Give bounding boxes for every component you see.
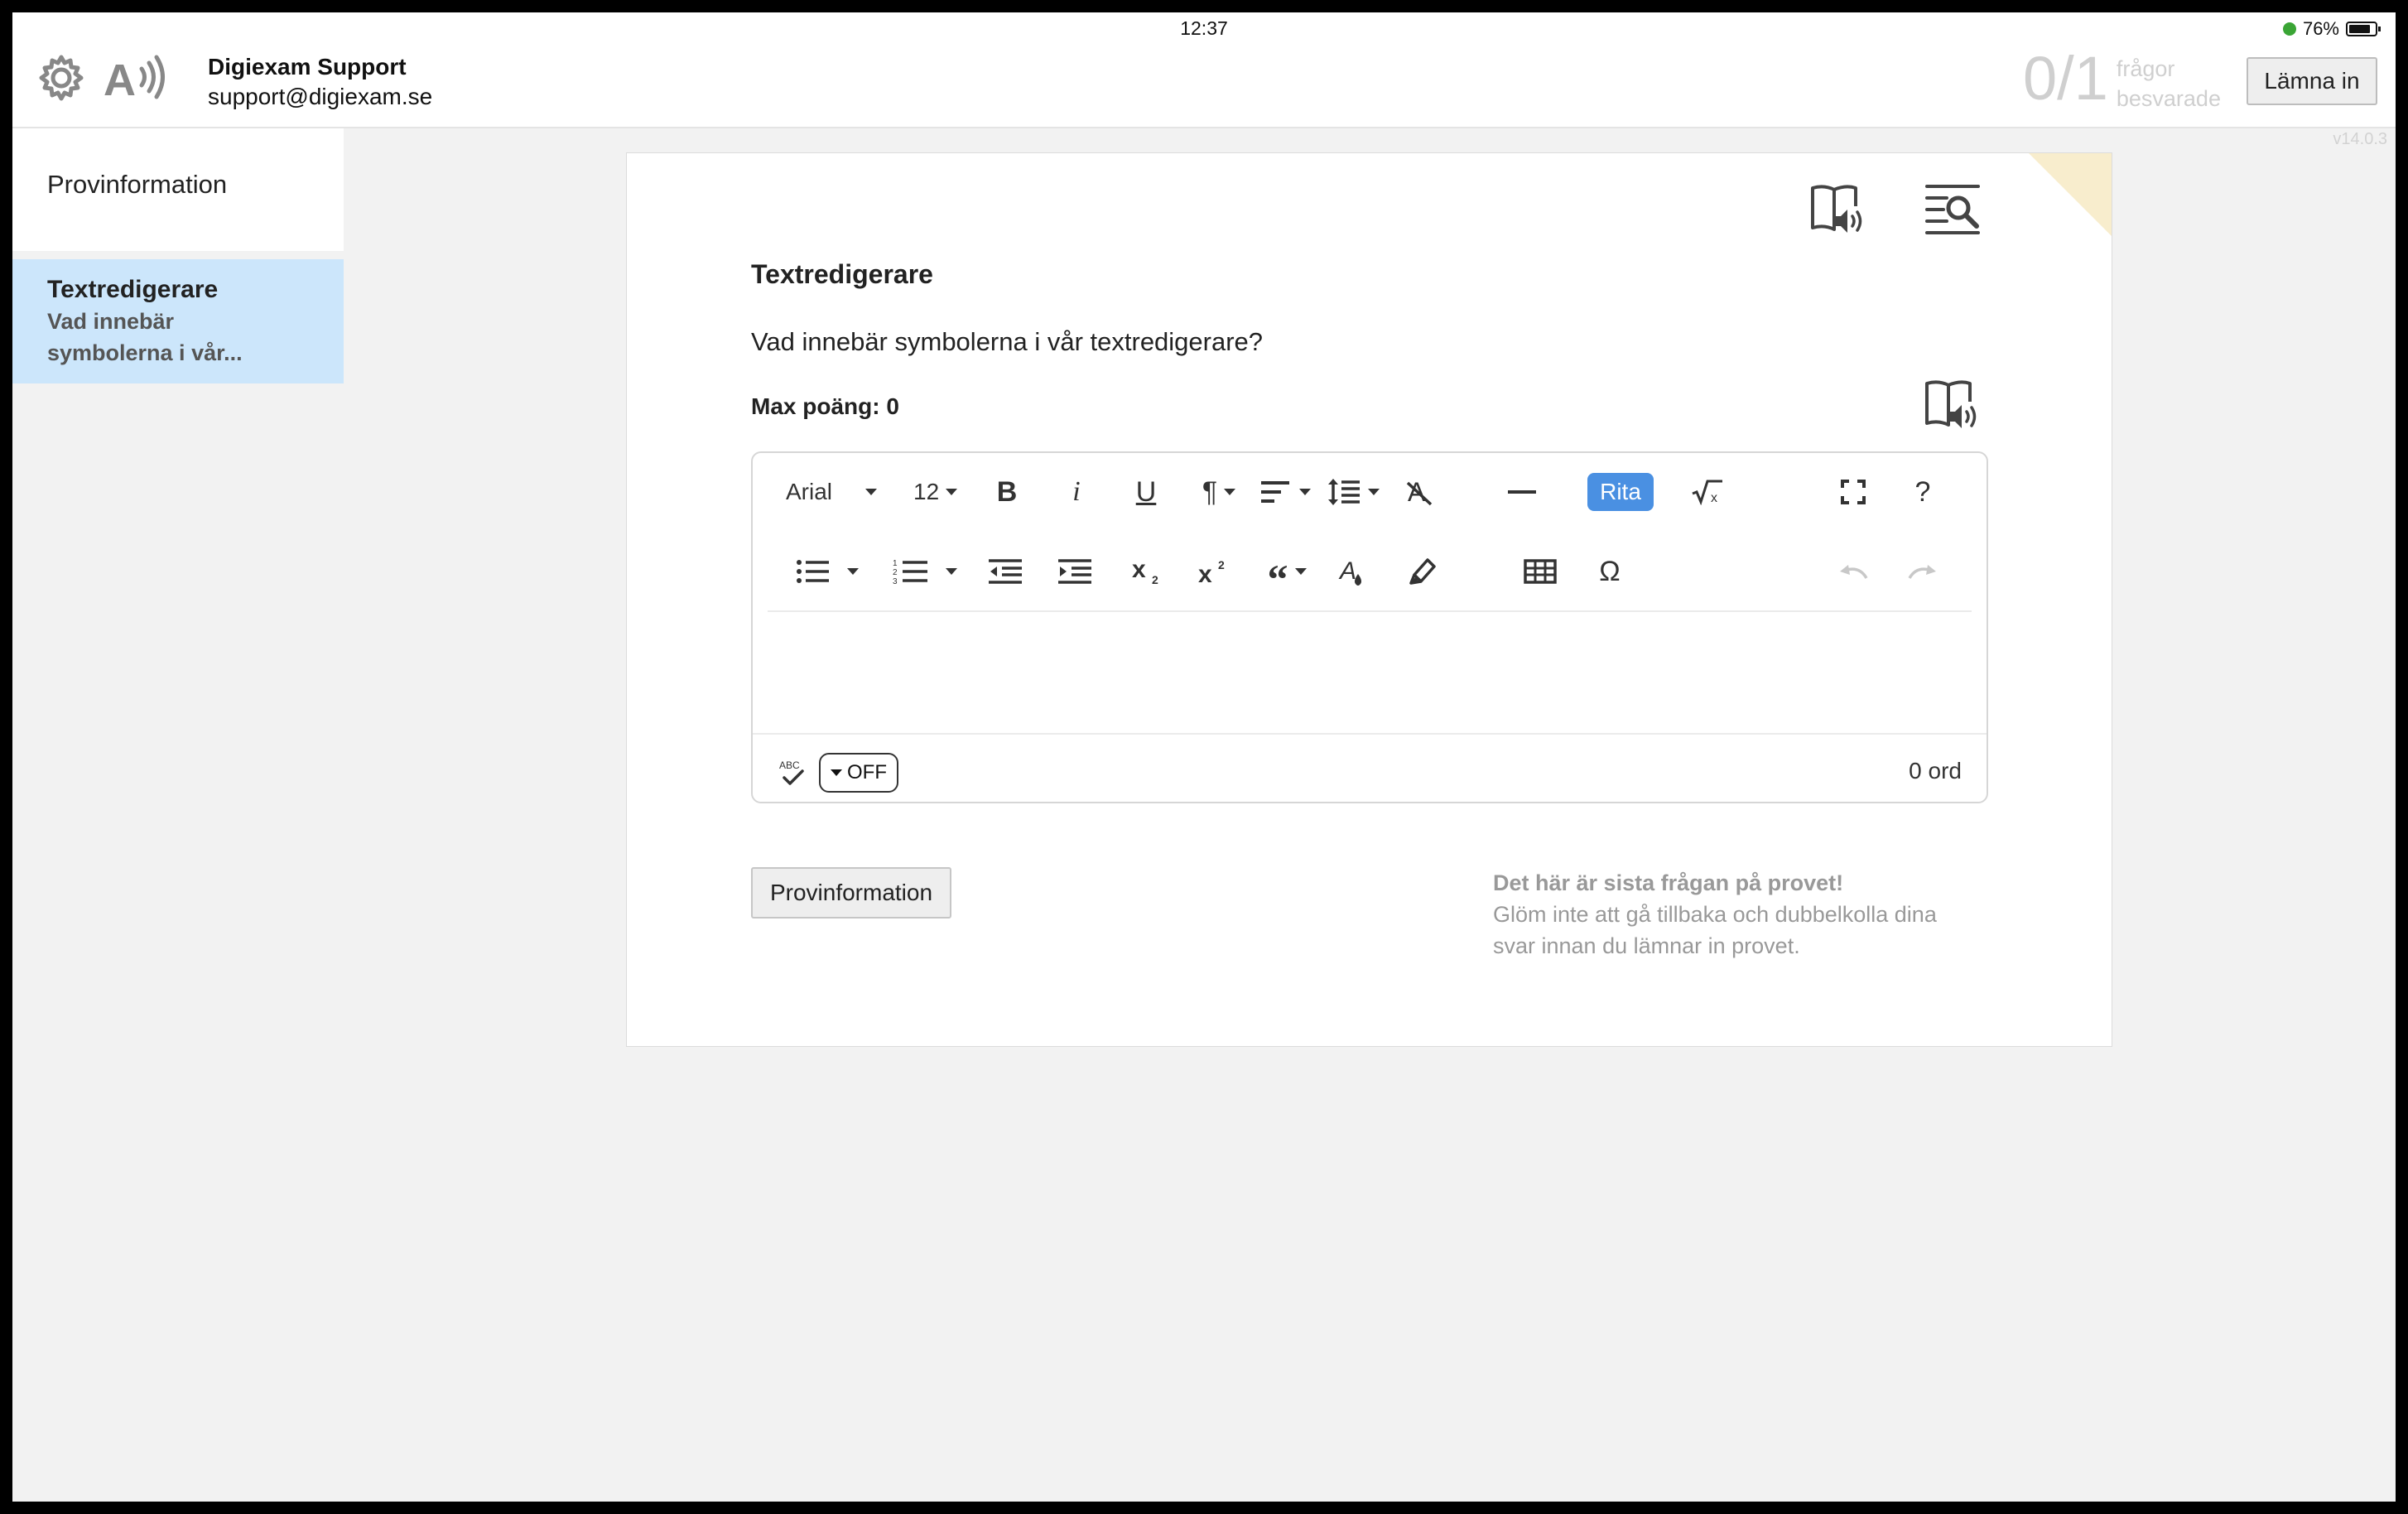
fullscreen-icon[interactable]	[1832, 473, 1874, 511]
submit-exam-button[interactable]: Lämna in	[2247, 57, 2377, 105]
status-time: 12:37	[1180, 17, 1228, 39]
page-fold-corner	[2029, 153, 2112, 236]
line-height-icon[interactable]	[1324, 473, 1382, 511]
quote-icon[interactable]: “	[1258, 552, 1316, 600]
undo-icon[interactable]	[1832, 552, 1874, 591]
toolbar-divider	[768, 610, 1972, 612]
spellcheck-state: OFF	[847, 761, 887, 784]
search-text-icon[interactable]	[1924, 181, 1982, 236]
spellcheck-caret-icon	[831, 769, 842, 776]
progress-label-line2: besvarade	[2116, 86, 2221, 111]
help-icon[interactable]: ?	[1902, 473, 1943, 511]
battery-icon	[2346, 22, 2381, 36]
status-bar: 12:37 76%	[12, 12, 2396, 44]
paragraph-format-icon[interactable]: ¶	[1192, 473, 1246, 511]
subscript-icon[interactable]: x2	[1125, 552, 1172, 591]
svg-text:x: x	[1711, 491, 1717, 505]
spellcheck-icon: ABC	[779, 759, 804, 785]
svg-text:2: 2	[1152, 573, 1158, 586]
read-aloud-book-icon[interactable]	[1809, 181, 1867, 239]
draw-button[interactable]: Rita	[1587, 473, 1654, 511]
settings-gear-icon[interactable]	[37, 54, 85, 102]
font-family-value: Arial	[786, 479, 833, 504]
app-version: v14.0.3	[2333, 130, 2387, 148]
font-family-caret-icon	[865, 489, 878, 495]
font-family-dropdown[interactable]: Arial	[786, 473, 878, 511]
sidebar-item-question[interactable]: Textredigerare Vad innebär symbolerna i …	[12, 259, 344, 383]
font-size-value: 12	[913, 479, 940, 504]
question-title: Textredigerare	[751, 259, 933, 289]
insert-table-icon[interactable]	[1519, 552, 1561, 591]
svg-text:ABC: ABC	[779, 759, 800, 771]
underline-icon[interactable]: U	[1125, 473, 1167, 511]
read-aloud-question-icon[interactable]	[1924, 377, 1982, 435]
horizontal-line-icon[interactable]	[1501, 473, 1543, 511]
special-characters-icon[interactable]: Ω	[1589, 552, 1630, 591]
last-question-text: Glöm inte att gå tillbaka och dubbelkoll…	[1493, 902, 1937, 958]
sidebar-item-subtitle: Vad innebär symbolerna i vår...	[47, 309, 243, 365]
font-size-caret-icon	[946, 489, 958, 495]
last-question-note: Det här är sista frågan på provet! Glöm …	[1493, 867, 1973, 962]
svg-text:A: A	[104, 55, 136, 104]
status-indicators: 76%	[2282, 18, 2381, 40]
word-count: 0 ord	[1909, 758, 1962, 784]
bullet-list-icon[interactable]	[786, 552, 869, 591]
progress-count: 0/1	[2023, 44, 2108, 113]
camera-indicator-icon	[2282, 22, 2296, 36]
svg-text:3: 3	[893, 577, 898, 585]
user-email: support@digiexam.se	[208, 84, 433, 109]
sidebar: Provinformation Textredigerare Vad inneb…	[12, 128, 344, 383]
superscript-icon[interactable]: x2	[1192, 552, 1238, 591]
svg-text:x: x	[1198, 561, 1212, 586]
svg-text:1: 1	[893, 559, 898, 568]
text-to-speech-icon[interactable]: A	[104, 52, 170, 104]
sidebar-item-exam-info[interactable]: Provinformation	[12, 128, 344, 251]
svg-text:2: 2	[893, 568, 898, 577]
question-text: Vad innebär symbolerna i vår textrediger…	[751, 327, 1264, 356]
decrease-indent-icon[interactable]	[985, 552, 1026, 591]
italic-icon[interactable]: i	[1056, 473, 1097, 511]
spellcheck-toggle[interactable]: OFF	[819, 753, 898, 793]
increase-indent-icon[interactable]	[1054, 552, 1096, 591]
bold-icon[interactable]: B	[986, 473, 1028, 511]
highlight-icon[interactable]	[1402, 552, 1443, 591]
question-card: Textredigerare Vad innebär symbolerna i …	[626, 152, 2112, 1047]
editor-content-area[interactable]	[768, 614, 1972, 731]
user-name: Digiexam Support	[208, 54, 407, 80]
exam-info-button[interactable]: Provinformation	[751, 867, 951, 919]
app-screen: A Digiexam Support support@digiexam.se 0…	[12, 12, 2396, 1502]
max-points: Max poäng: 0	[751, 393, 899, 419]
progress-label: frågor besvarade	[2117, 54, 2221, 113]
svg-text:2: 2	[1218, 558, 1225, 571]
text-color-icon[interactable]: A	[1332, 552, 1374, 591]
font-size-dropdown[interactable]: 12	[913, 473, 958, 511]
answered-progress: 0/1 frågor besvarade	[2023, 46, 2221, 113]
numbered-list-icon[interactable]: 123	[884, 552, 966, 591]
align-icon[interactable]	[1256, 473, 1314, 511]
svg-text:x: x	[1132, 557, 1146, 583]
math-formula-icon[interactable]: x	[1687, 473, 1728, 511]
battery-percent: 76%	[2302, 18, 2339, 39]
clear-formatting-icon[interactable]: A	[1399, 473, 1440, 511]
redo-icon[interactable]	[1902, 552, 1943, 591]
editor-footer-divider	[753, 733, 1987, 735]
progress-label-line1: frågor	[2116, 56, 2175, 81]
last-question-title: Det här är sista frågan på provet!	[1493, 870, 1844, 895]
text-editor: Arial 12 B i U ¶ A Rita	[751, 451, 1988, 803]
sidebar-item-title: Textredigerare	[47, 276, 219, 303]
svg-text:A: A	[1338, 557, 1356, 585]
